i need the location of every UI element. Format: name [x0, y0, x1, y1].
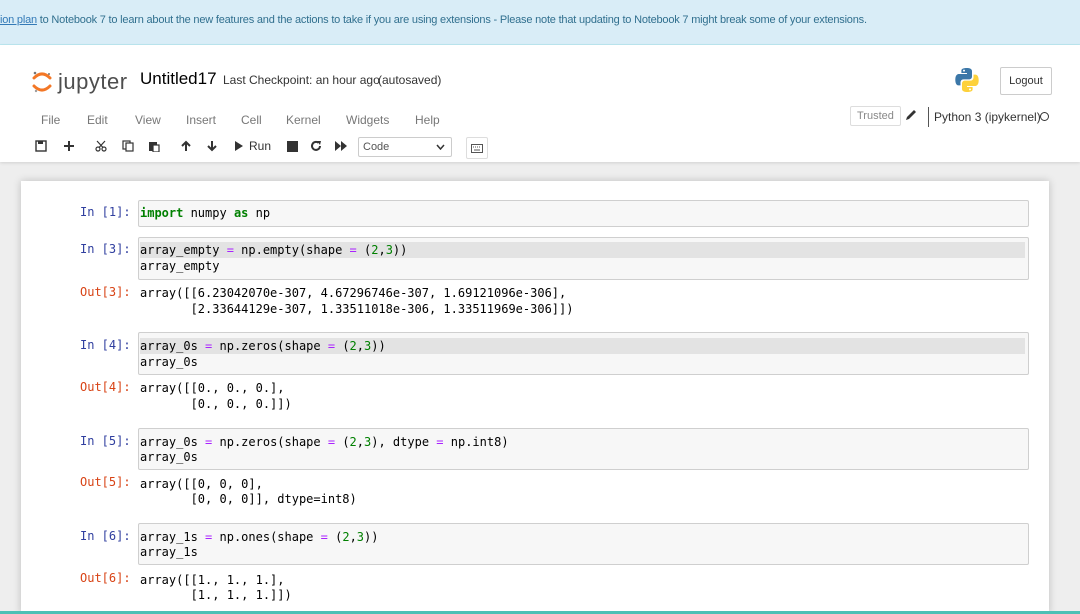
cell-1-in-prompt: In [1]: — [80, 205, 131, 219]
stop-icon — [286, 140, 298, 152]
kernel-name[interactable]: Python 3 (ipykernel) — [934, 110, 1041, 124]
keyboard-icon — [471, 143, 483, 153]
cell-4-in-prompt: In [5]: — [80, 434, 131, 448]
header: jupyter Untitled17 Last Checkpoint: an h… — [0, 45, 1080, 162]
cell-5-output-line-1: array([[1., 1., 1.], — [140, 573, 285, 587]
move-up-button[interactable] — [177, 135, 195, 157]
run-label: Run — [249, 139, 272, 153]
cell-2-output-line-1: array([[6.23042070e-307, 4.67296746e-307… — [140, 286, 567, 300]
notebook-title[interactable]: Untitled17 — [140, 69, 217, 89]
menu-kernel[interactable]: Kernel — [286, 109, 321, 131]
banner-message: to Notebook 7 to learn about the new fea… — [36, 14, 867, 26]
cell-5-output-line-2: [1., 1., 1.]]) — [140, 588, 292, 602]
cell-type-value: Code — [363, 141, 390, 153]
paste-icon — [149, 142, 160, 152]
copy-button[interactable] — [119, 135, 137, 157]
notebook7-banner: ion plan to Notebook 7 to learn about th… — [0, 0, 1080, 45]
cell-2-output-line-2: [2.33644129e-307, 1.33511018e-306, 1.335… — [140, 302, 574, 316]
notebook-container: In [1]: import numpy as np In [3]: array… — [21, 181, 1049, 614]
scissors-icon — [95, 140, 107, 152]
python-logo-icon — [955, 68, 979, 92]
last-checkpoint: Last Checkpoint: an hour ago — [223, 73, 380, 87]
cell-3-in-prompt: In [4]: — [80, 338, 131, 352]
cell-4-out-prompt: Out[5]: — [80, 475, 131, 489]
cell-5-out-prompt: Out[6]: — [80, 571, 131, 585]
menu-insert[interactable]: Insert — [186, 109, 216, 131]
cell-3-output-line-2: [0., 0., 0.]]) — [140, 397, 292, 411]
copy-icon — [122, 140, 134, 152]
cell-2-code-line-2: array_empty — [140, 259, 220, 273]
interrupt-button[interactable] — [284, 135, 300, 157]
plus-icon — [64, 141, 74, 151]
cell-4-output-line-2: [0, 0, 0]], dtype=int8) — [140, 492, 357, 506]
run-button[interactable]: Run — [234, 135, 274, 157]
restart-run-all-button[interactable] — [333, 135, 349, 157]
kernel-idle-indicator — [1040, 112, 1049, 121]
cell-2-code-line-1: array_empty = np.empty(shape = (2,3)) — [140, 242, 1025, 258]
cell-2-out-prompt: Out[3]: — [80, 285, 131, 299]
save-button[interactable] — [32, 135, 50, 157]
keyword-import: import — [140, 206, 184, 220]
pencil-icon[interactable] — [904, 108, 918, 122]
jupyter-logo-icon — [32, 71, 52, 93]
cell-3-code-line-1: array_0s = np.zeros(shape = (2,3)) — [140, 338, 1025, 354]
menu-view[interactable]: View — [135, 109, 161, 131]
cell-type-select[interactable]: Code — [358, 137, 452, 157]
paste-button[interactable] — [145, 135, 163, 157]
toolbar: Run Code — [0, 135, 1080, 161]
jupyter-wordmark: jupyter — [58, 69, 128, 94]
keyword-as: as — [233, 206, 249, 220]
cell-3-out-prompt: Out[4]: — [80, 380, 131, 394]
menu-help[interactable]: Help — [415, 109, 440, 131]
restart-button[interactable] — [308, 135, 324, 157]
play-icon — [235, 141, 243, 151]
save-icon — [35, 140, 47, 152]
cell-1-code: import numpy as np — [140, 206, 271, 220]
banner-text: ion plan to Notebook 7 to learn about th… — [0, 14, 867, 26]
menu-file[interactable]: File — [41, 109, 60, 131]
menu-edit[interactable]: Edit — [87, 109, 108, 131]
cell-2-in-prompt: In [3]: — [80, 242, 131, 256]
cell-3-output-line-1: array([[0., 0., 0.], — [140, 381, 285, 395]
chevron-down-icon — [436, 144, 445, 150]
menu-widgets[interactable]: Widgets — [346, 109, 389, 131]
cell-1-input[interactable] — [138, 200, 1029, 227]
restart-icon — [311, 140, 321, 151]
menu-cell[interactable]: Cell — [241, 109, 262, 131]
arrow-up-icon — [181, 140, 191, 151]
cut-button[interactable] — [92, 135, 110, 157]
cell-4-output-line-1: array([[0, 0, 0], — [140, 477, 263, 491]
move-down-button[interactable] — [203, 135, 221, 157]
cell-4-code-line-1: array_0s = np.zeros(shape = (2,3), dtype… — [140, 435, 509, 449]
cell-3-code-line-2: array_0s — [140, 355, 198, 369]
fast-forward-icon — [334, 141, 347, 151]
cell-5-in-prompt: In [6]: — [80, 529, 131, 543]
kernel-divider — [928, 107, 929, 127]
insert-cell-button[interactable] — [60, 135, 78, 157]
cell-5-code-line-1: array_1s = np.ones(shape = (2,3)) — [140, 530, 379, 544]
cell-5-code-line-2: array_1s — [140, 545, 198, 559]
trusted-indicator[interactable]: Trusted — [850, 106, 901, 126]
logout-button[interactable]: Logout — [1000, 67, 1052, 95]
cell-4-code-line-2: array_0s — [140, 450, 198, 464]
menubar: File Edit View Insert Cell Kernel Widget… — [0, 109, 1080, 131]
arrow-down-icon — [207, 141, 217, 152]
jupyter-logo[interactable]: jupyter — [32, 67, 128, 97]
autosave-status: (autosaved) — [378, 73, 442, 87]
command-palette-button[interactable] — [466, 137, 488, 159]
migration-plan-link[interactable]: ion plan — [0, 14, 37, 26]
